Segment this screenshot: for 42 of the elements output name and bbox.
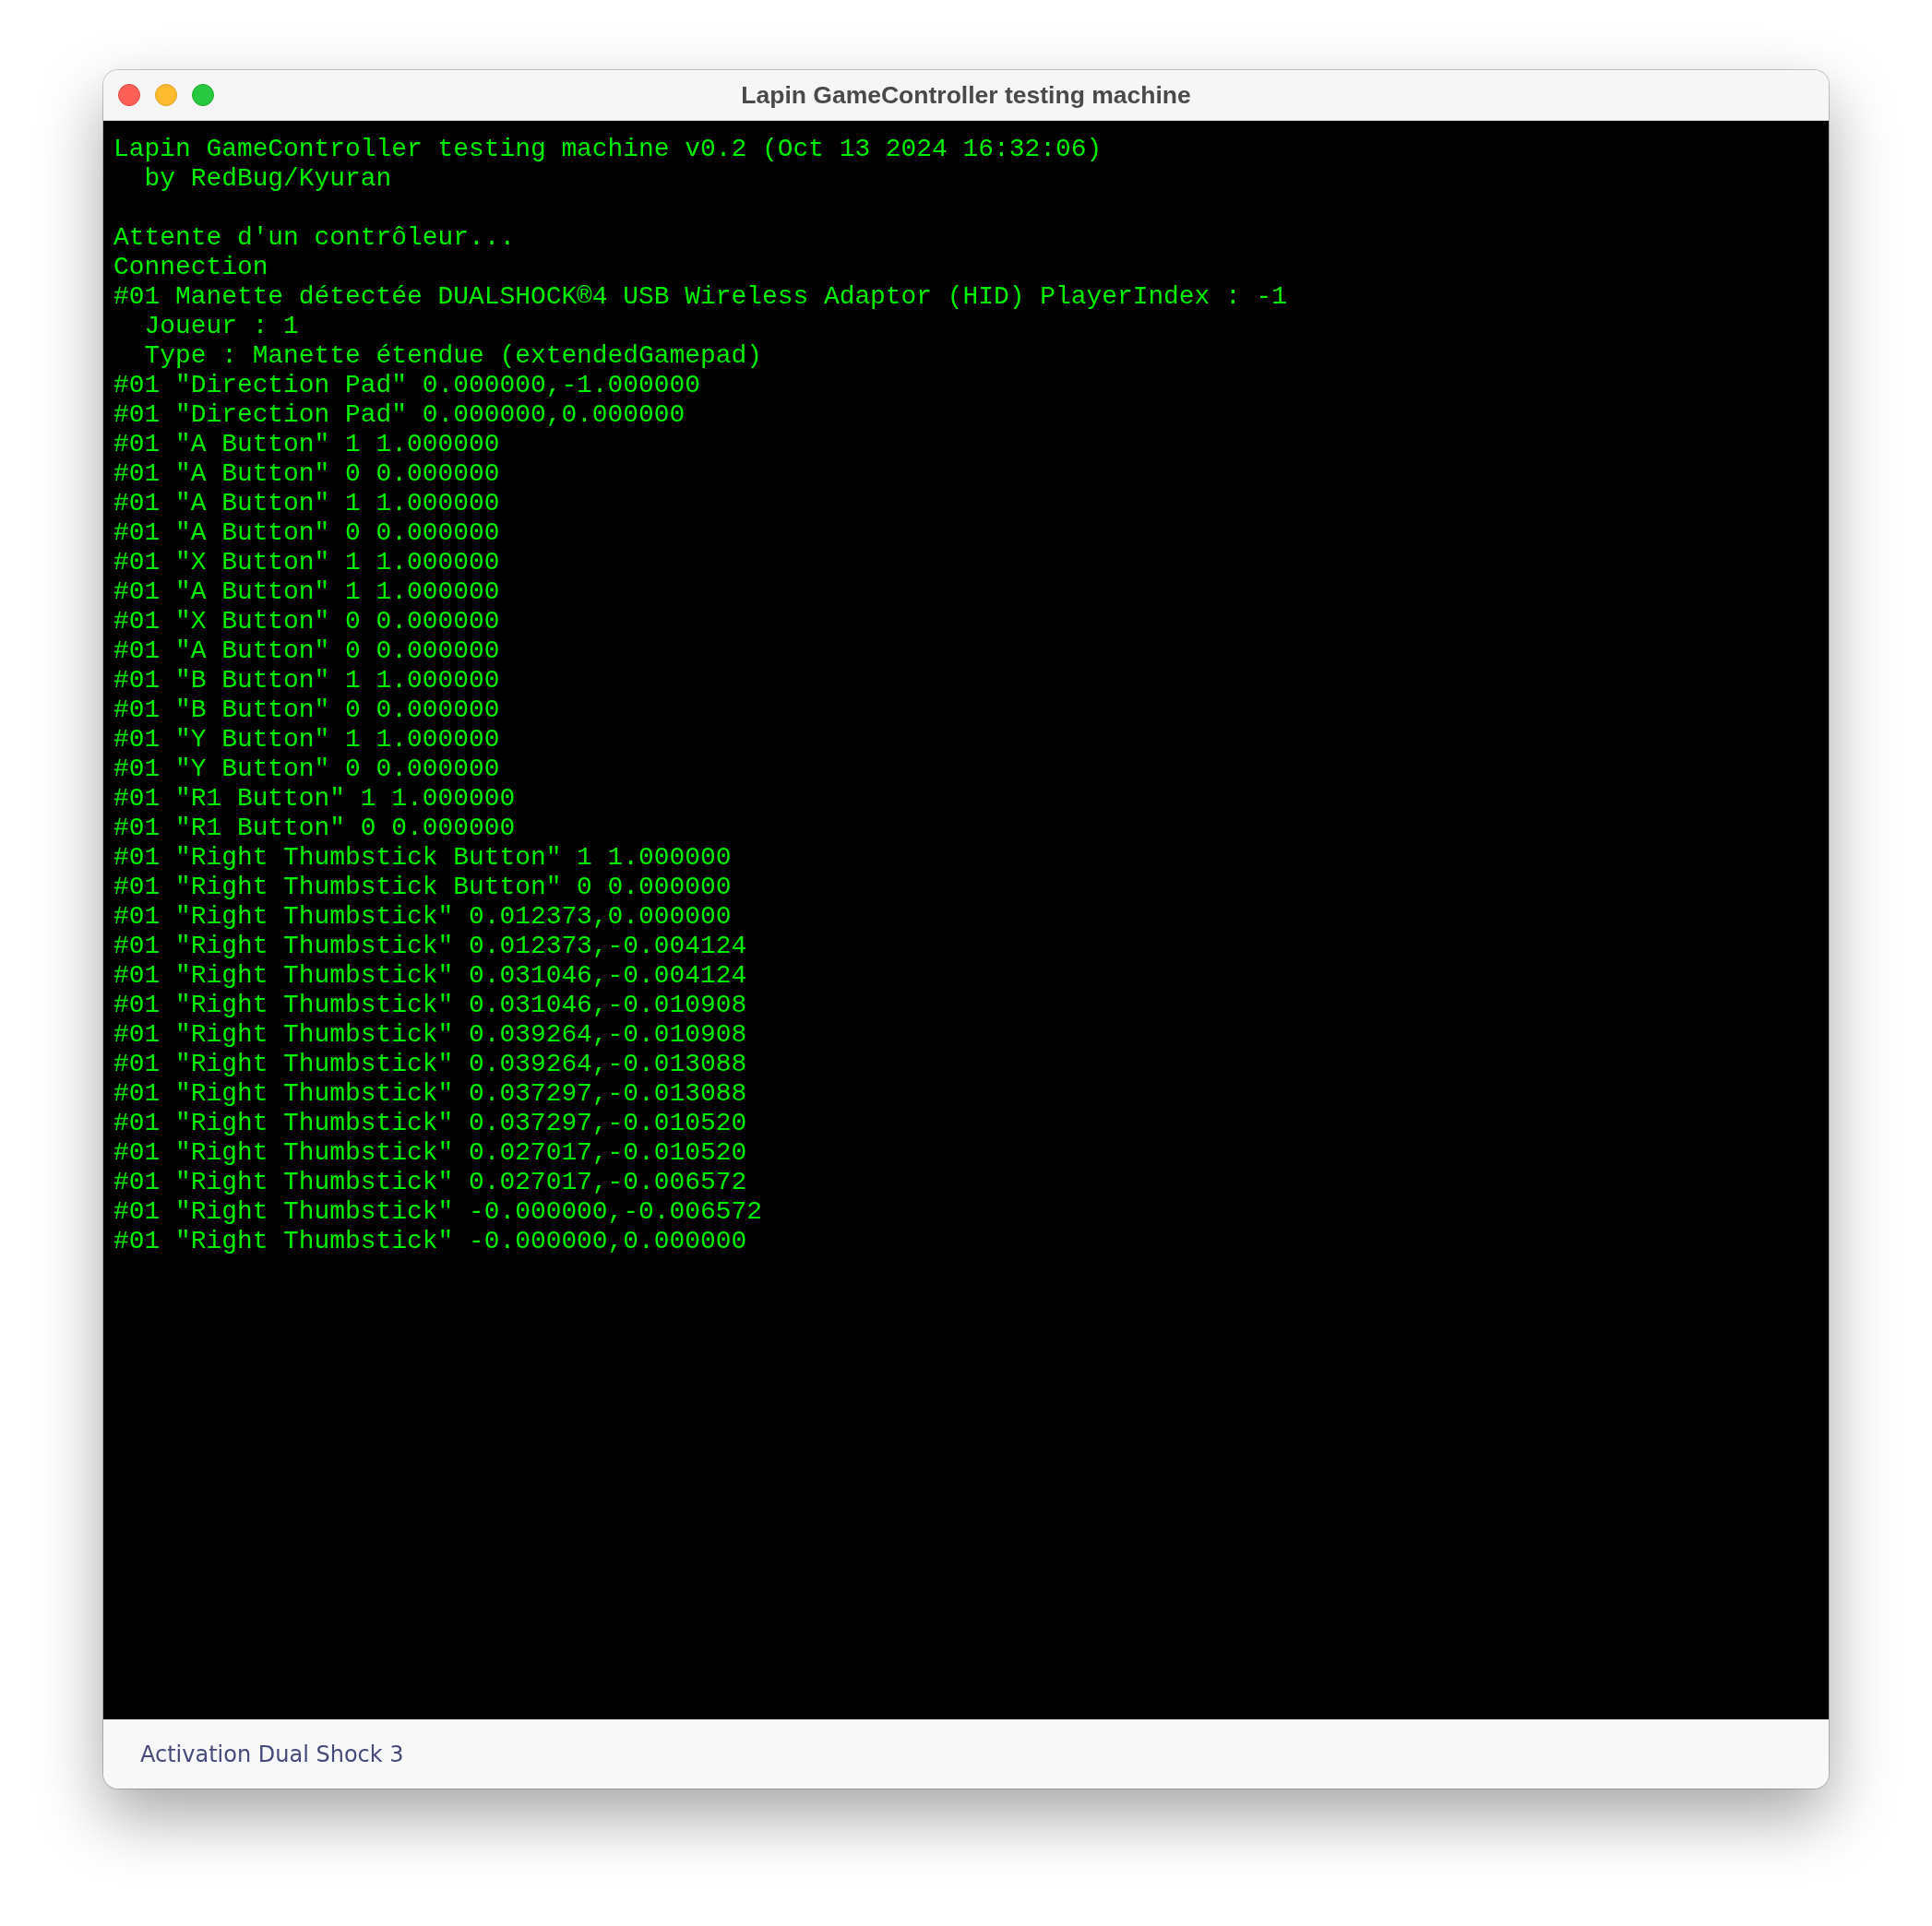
console-line: Joueur : 1 xyxy=(143,312,299,341)
console-line: #01 "Right Thumbstick" 0.039264,-0.013088 xyxy=(113,1050,747,1079)
console-line: #01 "Right Thumbstick" 0.027017,-0.006572 xyxy=(113,1168,747,1197)
console-line: #01 "A Button" 0 0.000000 xyxy=(113,459,500,489)
console-line: #01 "X Button" 0 0.000000 xyxy=(113,607,500,636)
console-line: #01 "Right Thumbstick" 0.037297,-0.010520 xyxy=(113,1109,747,1138)
console-line: #01 "Y Button" 0 0.000000 xyxy=(113,755,500,784)
console-line: #01 "A Button" 1 1.000000 xyxy=(113,489,500,518)
console-line: #01 "Y Button" 1 1.000000 xyxy=(113,725,500,755)
console-line: #01 "A Button" 1 1.000000 xyxy=(113,577,500,607)
zoom-button[interactable] xyxy=(192,84,214,106)
console-line: #01 "R1 Button" 1 1.000000 xyxy=(113,784,516,814)
console-line: #01 "Right Thumbstick" -0.000000,0.000000 xyxy=(113,1227,747,1256)
console-line: #01 "Right Thumbstick" 0.039264,-0.010908 xyxy=(113,1020,747,1050)
console-line: Lapin GameController testing machine v0.2 (Oct 13 2024 16:32:06) xyxy=(113,135,1103,164)
console-line: #01 "A Button" 0 0.000000 xyxy=(113,518,500,548)
console-line: #01 "Right Thumbstick Button" 1 1.000000 xyxy=(113,843,732,873)
console-line: Attente d'un contrôleur... xyxy=(113,223,516,253)
console-line: #01 "Right Thumbstick" 0.037297,-0.013088 xyxy=(113,1079,747,1109)
minimize-button[interactable] xyxy=(155,84,177,106)
window-title: Lapin GameController testing machine xyxy=(741,80,1191,110)
console-line: #01 "Direction Pad" 0.000000,-1.000000 xyxy=(113,371,700,400)
activation-button[interactable]: Activation Dual Shock 3 xyxy=(140,1741,404,1767)
console-line: #01 "B Button" 1 1.000000 xyxy=(113,666,500,696)
console-line: #01 Manette détectée DUALSHOCK®4 USB Wireless Adaptor (HID) PlayerIndex : -1 xyxy=(113,282,1288,312)
console-line: #01 "R1 Button" 0 0.000000 xyxy=(113,814,516,843)
console-line: #01 "X Button" 1 1.000000 xyxy=(113,548,500,577)
console-line: #01 "Right Thumbstick" 0.031046,-0.004124 xyxy=(113,961,747,991)
console-line: #01 "A Button" 0 0.000000 xyxy=(113,636,500,666)
console-line: #01 "B Button" 0 0.000000 xyxy=(113,696,500,725)
console-line: #01 "Right Thumbstick" -0.000000,-0.006572 xyxy=(113,1197,762,1227)
console-line: by RedBug/Kyuran xyxy=(143,164,392,194)
close-button[interactable] xyxy=(118,84,140,106)
console-line: #01 "Right Thumbstick" 0.027017,-0.010520 xyxy=(113,1138,747,1168)
console-line: Type : Manette étendue (extendedGamepad) xyxy=(143,341,762,371)
console-line: #01 "Right Thumbstick" 0.012373,-0.004124 xyxy=(113,932,747,961)
console-line: #01 "Direction Pad" 0.000000,0.000000 xyxy=(113,400,686,430)
console-line: #01 "Right Thumbstick" 0.031046,-0.010908 xyxy=(113,991,747,1020)
console-line: Connection xyxy=(113,253,268,282)
console-line: #01 "Right Thumbstick Button" 0 0.000000 xyxy=(113,873,732,902)
console-line: #01 "A Button" 1 1.000000 xyxy=(113,430,500,459)
console-line: #01 "Right Thumbstick" 0.012373,0.000000 xyxy=(113,902,732,932)
